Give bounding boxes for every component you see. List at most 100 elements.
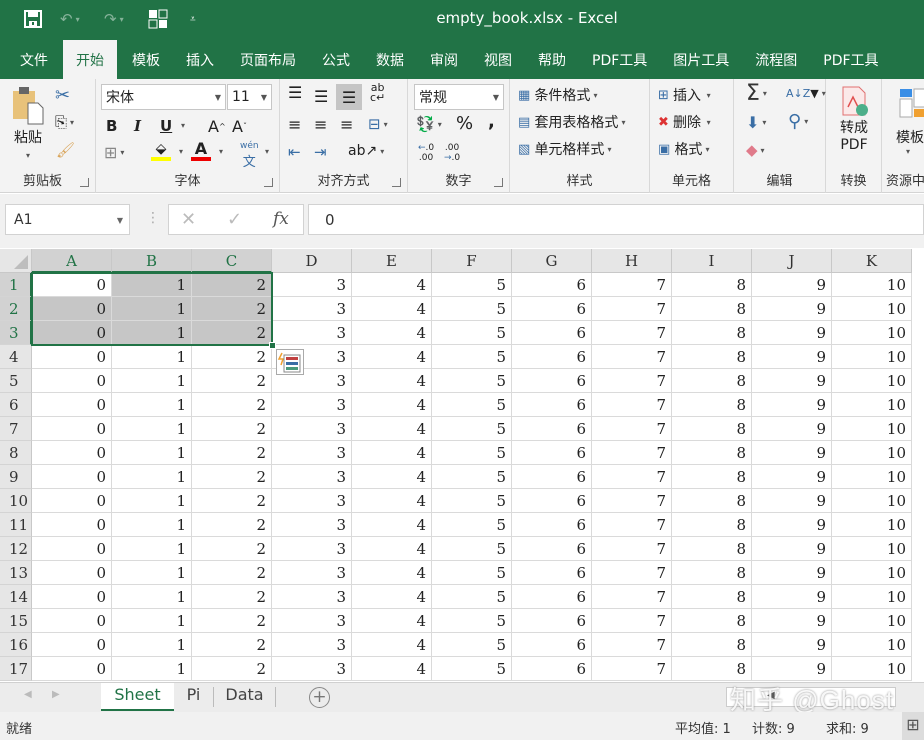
cell-k6[interactable]: 10 (832, 393, 912, 417)
cell-g11[interactable]: 6 (512, 513, 592, 537)
normal-view-icon[interactable]: ⊞ (902, 712, 924, 740)
cell-g12[interactable]: 6 (512, 537, 592, 561)
cell-styles-button[interactable]: ▧ 单元格样式 ▾ (518, 139, 611, 159)
cell-a2[interactable]: 0 (32, 297, 112, 321)
row-header[interactable]: 17 (0, 657, 32, 681)
cell-h14[interactable]: 7 (592, 585, 672, 609)
cell-h13[interactable]: 7 (592, 561, 672, 585)
cell-g4[interactable]: 6 (512, 345, 592, 369)
cell-k5[interactable]: 10 (832, 369, 912, 393)
add-sheet-icon[interactable]: + (309, 687, 330, 708)
cell-b15[interactable]: 1 (112, 609, 192, 633)
tab-data[interactable]: 数据 (363, 40, 417, 79)
decrease-indent-button[interactable]: ⇤ (288, 143, 301, 161)
cell-k14[interactable]: 10 (832, 585, 912, 609)
increase-font-button[interactable]: A ^ (208, 117, 226, 136)
cell-g2[interactable]: 6 (512, 297, 592, 321)
autosum-button[interactable]: Σ ▾ (746, 81, 767, 106)
cell-g13[interactable]: 6 (512, 561, 592, 585)
cell-c15[interactable]: 2 (192, 609, 272, 633)
cell-b3[interactable]: 1 (112, 321, 192, 345)
cell-c7[interactable]: 2 (192, 417, 272, 441)
cell-b12[interactable]: 1 (112, 537, 192, 561)
cell-e13[interactable]: 4 (352, 561, 432, 585)
cell-g17[interactable]: 6 (512, 657, 592, 681)
cell-g15[interactable]: 6 (512, 609, 592, 633)
cell-j12[interactable]: 9 (752, 537, 832, 561)
align-top-button[interactable]: ☰ (288, 83, 302, 102)
cell-g1[interactable]: 6 (512, 273, 592, 297)
cell-c9[interactable]: 2 (192, 465, 272, 489)
cell-f14[interactable]: 5 (432, 585, 512, 609)
formula-input[interactable]: 0 (308, 204, 924, 235)
tab-home[interactable]: 开始 (63, 40, 117, 79)
cell-e12[interactable]: 4 (352, 537, 432, 561)
tab-pdf-tools-2[interactable]: PDF工具 (810, 40, 891, 79)
cell-b5[interactable]: 1 (112, 369, 192, 393)
cell-f6[interactable]: 5 (432, 393, 512, 417)
cell-f1[interactable]: 5 (432, 273, 512, 297)
conditional-formatting-button[interactable]: ▦ 条件格式 ▾ (518, 85, 597, 105)
cancel-icon[interactable]: ✕ (181, 209, 196, 230)
cell-a10[interactable]: 0 (32, 489, 112, 513)
cell-h16[interactable]: 7 (592, 633, 672, 657)
column-header-f[interactable]: F (432, 249, 512, 273)
cell-d11[interactable]: 3 (272, 513, 352, 537)
cell-i11[interactable]: 8 (672, 513, 752, 537)
cell-k16[interactable]: 10 (832, 633, 912, 657)
row-header[interactable]: 10 (0, 489, 32, 513)
comma-style-button[interactable]: , (488, 111, 495, 132)
cell-c16[interactable]: 2 (192, 633, 272, 657)
cell-f11[interactable]: 5 (432, 513, 512, 537)
accounting-format-button[interactable]: 💱 ▾ (416, 115, 442, 133)
cell-k9[interactable]: 10 (832, 465, 912, 489)
align-left-button[interactable]: ≡ (288, 115, 301, 134)
cell-f3[interactable]: 5 (432, 321, 512, 345)
cell-i9[interactable]: 8 (672, 465, 752, 489)
cell-d2[interactable]: 3 (272, 297, 352, 321)
cell-a15[interactable]: 0 (32, 609, 112, 633)
cell-k15[interactable]: 10 (832, 609, 912, 633)
row-header[interactable]: 7 (0, 417, 32, 441)
cell-d13[interactable]: 3 (272, 561, 352, 585)
delete-cells-button[interactable]: ✖ 删除 ▾ (658, 112, 711, 132)
align-right-button[interactable]: ≡ (340, 115, 353, 134)
increase-indent-button[interactable]: ⇥ (314, 143, 327, 161)
cell-d1[interactable]: 3 (272, 273, 352, 297)
cell-k4[interactable]: 10 (832, 345, 912, 369)
underline-dropdown[interactable]: ▾ (178, 121, 185, 130)
insert-function-icon[interactable]: fx (273, 209, 289, 229)
font-name-select[interactable]: 宋体 ▼ (101, 84, 226, 110)
column-header-k[interactable]: K (832, 249, 912, 273)
cell-e1[interactable]: 4 (352, 273, 432, 297)
tab-formulas[interactable]: 公式 (309, 40, 363, 79)
cell-i5[interactable]: 8 (672, 369, 752, 393)
cell-d14[interactable]: 3 (272, 585, 352, 609)
cell-j7[interactable]: 9 (752, 417, 832, 441)
cell-i1[interactable]: 8 (672, 273, 752, 297)
cell-g5[interactable]: 6 (512, 369, 592, 393)
cell-c12[interactable]: 2 (192, 537, 272, 561)
cell-h10[interactable]: 7 (592, 489, 672, 513)
select-all-button[interactable] (0, 249, 32, 273)
align-bottom-button[interactable]: ☰ (336, 84, 362, 110)
cell-e8[interactable]: 4 (352, 441, 432, 465)
cell-c1[interactable]: 2 (192, 273, 272, 297)
decrease-decimal-button[interactable]: .00 →.0 (444, 143, 460, 163)
cell-f2[interactable]: 5 (432, 297, 512, 321)
cell-a8[interactable]: 0 (32, 441, 112, 465)
cell-i7[interactable]: 8 (672, 417, 752, 441)
cell-j17[interactable]: 9 (752, 657, 832, 681)
cell-i8[interactable]: 8 (672, 441, 752, 465)
cell-h9[interactable]: 7 (592, 465, 672, 489)
copy-icon[interactable]: ⎘ ▾ (55, 113, 74, 131)
cell-h1[interactable]: 7 (592, 273, 672, 297)
row-header[interactable]: 9 (0, 465, 32, 489)
tab-pdf-tools[interactable]: PDF工具 (579, 40, 660, 79)
cell-f10[interactable]: 5 (432, 489, 512, 513)
column-header-g[interactable]: G (512, 249, 592, 273)
tab-file[interactable]: 文件 (0, 40, 61, 79)
cell-c17[interactable]: 2 (192, 657, 272, 681)
fill-button[interactable]: ⬇ ▾ (746, 113, 766, 132)
row-header[interactable]: 11 (0, 513, 32, 537)
